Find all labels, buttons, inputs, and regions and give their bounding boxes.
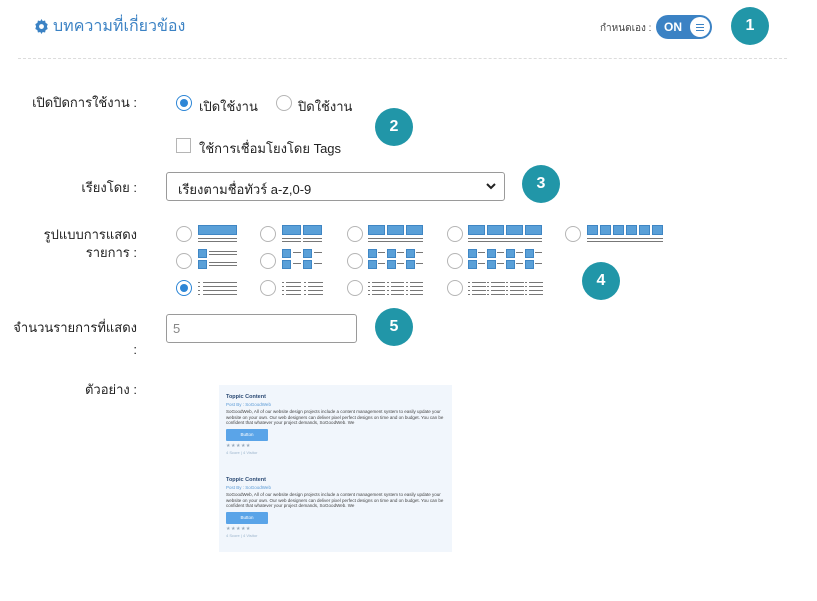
page-title-text: บทความที่เกี่ยวข้อง — [53, 18, 186, 35]
custom-label: กำหนดเอง : — [600, 23, 652, 34]
layout-radio-r1-c3[interactable] — [347, 226, 363, 242]
gear-icon — [35, 19, 48, 34]
page-title: บทความที่เกี่ยวข้อง — [34, 14, 185, 39]
disable-radio[interactable] — [276, 95, 292, 111]
preview-item-body: SoGoodWeb, All of our website design pro… — [226, 492, 444, 508]
enable-label: เปิดปิดการใช้งาน : — [32, 95, 137, 110]
layout-radio-r1-c5[interactable] — [565, 226, 581, 242]
layout-radio-r1-c2[interactable] — [260, 226, 276, 242]
chevron-down-icon — [486, 183, 496, 190]
sort-label: เรียงโดย : — [81, 180, 137, 195]
tags-checkbox-label: ใช้การเชื่อมโยงโดย Tags — [199, 141, 342, 156]
layout-radio-r2-c4[interactable] — [447, 253, 463, 269]
preview-item-author: Post By : SoGoodWeb — [226, 485, 271, 490]
step-badge-1: 1 — [731, 7, 769, 45]
toggle-state: ON — [664, 20, 682, 34]
disable-option-label: ปิดใช้งาน — [298, 99, 353, 114]
menu-lines-icon — [690, 17, 710, 37]
example-label: ตัวอย่าง : — [84, 382, 137, 397]
step-badge-2: 2 — [375, 108, 413, 146]
preview-item-button: Button — [226, 511, 268, 524]
layout-label-line2: รายการ : — [85, 245, 137, 260]
enable-radio[interactable] — [176, 95, 192, 111]
preview-item-body: SoGoodWeb, All of our website design pro… — [226, 409, 444, 425]
count-input-value: 5 — [173, 321, 181, 336]
preview-item-title: Toppic Content — [226, 477, 266, 483]
page-header: บทความที่เกี่ยวข้อง กำหนดเอง : ON — [0, 0, 817, 58]
layout-radio-r3-c3[interactable] — [347, 280, 363, 296]
tags-checkbox[interactable] — [176, 138, 191, 153]
enable-option-label: เปิดใช้งาน — [199, 99, 258, 114]
layout-radio-r2-c2[interactable] — [260, 253, 276, 269]
sort-select[interactable]: เรียงตามชื่อทัวร์ a-z,0-9 — [166, 172, 505, 201]
sort-select-value: เรียงตามชื่อทัวร์ a-z,0-9 — [178, 182, 312, 197]
preview-item-title: Toppic Content — [226, 394, 266, 400]
custom-toggle[interactable]: ON — [656, 15, 712, 39]
preview-item-footer: 4 Score | 4 Visitor — [226, 449, 258, 455]
preview-item-button: Button — [226, 428, 268, 441]
preview-item-stars: ★★★★★ — [226, 442, 251, 449]
preview-item-footer: 4 Score | 4 Visitor — [226, 532, 258, 538]
layout-radio-r3-c1[interactable] — [176, 280, 192, 296]
layout-radio-r1-c4[interactable] — [447, 226, 463, 242]
layout-radio-r3-c4[interactable] — [447, 280, 463, 296]
layout-radio-r2-c3[interactable] — [347, 253, 363, 269]
preview-item: Toppic Content Post By : SoGoodWeb SoGoo… — [226, 394, 448, 455]
layout-radio-r2-c1[interactable] — [176, 253, 192, 269]
preview-item-author: Post By : SoGoodWeb — [226, 402, 271, 407]
header-divider — [18, 58, 787, 59]
count-input[interactable]: 5 — [166, 314, 357, 343]
step-badge-3: 3 — [522, 165, 560, 203]
layout-label-line1: รูปแบบการแสดง — [43, 227, 137, 242]
count-label-line2: : — [133, 342, 137, 357]
preview-item: Toppic Content Post By : SoGoodWeb SoGoo… — [226, 477, 448, 538]
preview-item-stars: ★★★★★ — [226, 525, 251, 532]
layout-radio-r3-c2[interactable] — [260, 280, 276, 296]
example-preview: Toppic Content Post By : SoGoodWeb SoGoo… — [219, 385, 452, 552]
layout-radio-r1-c1[interactable] — [176, 226, 192, 242]
step-badge-5: 5 — [375, 308, 413, 346]
count-label: จำนวนรายการที่แสดง : — [10, 319, 137, 359]
layout-label: รูปแบบการแสดง รายการ : — [20, 226, 137, 262]
count-label-line1: จำนวนรายการที่แสดง — [13, 320, 137, 335]
step-badge-4: 4 — [582, 262, 620, 300]
